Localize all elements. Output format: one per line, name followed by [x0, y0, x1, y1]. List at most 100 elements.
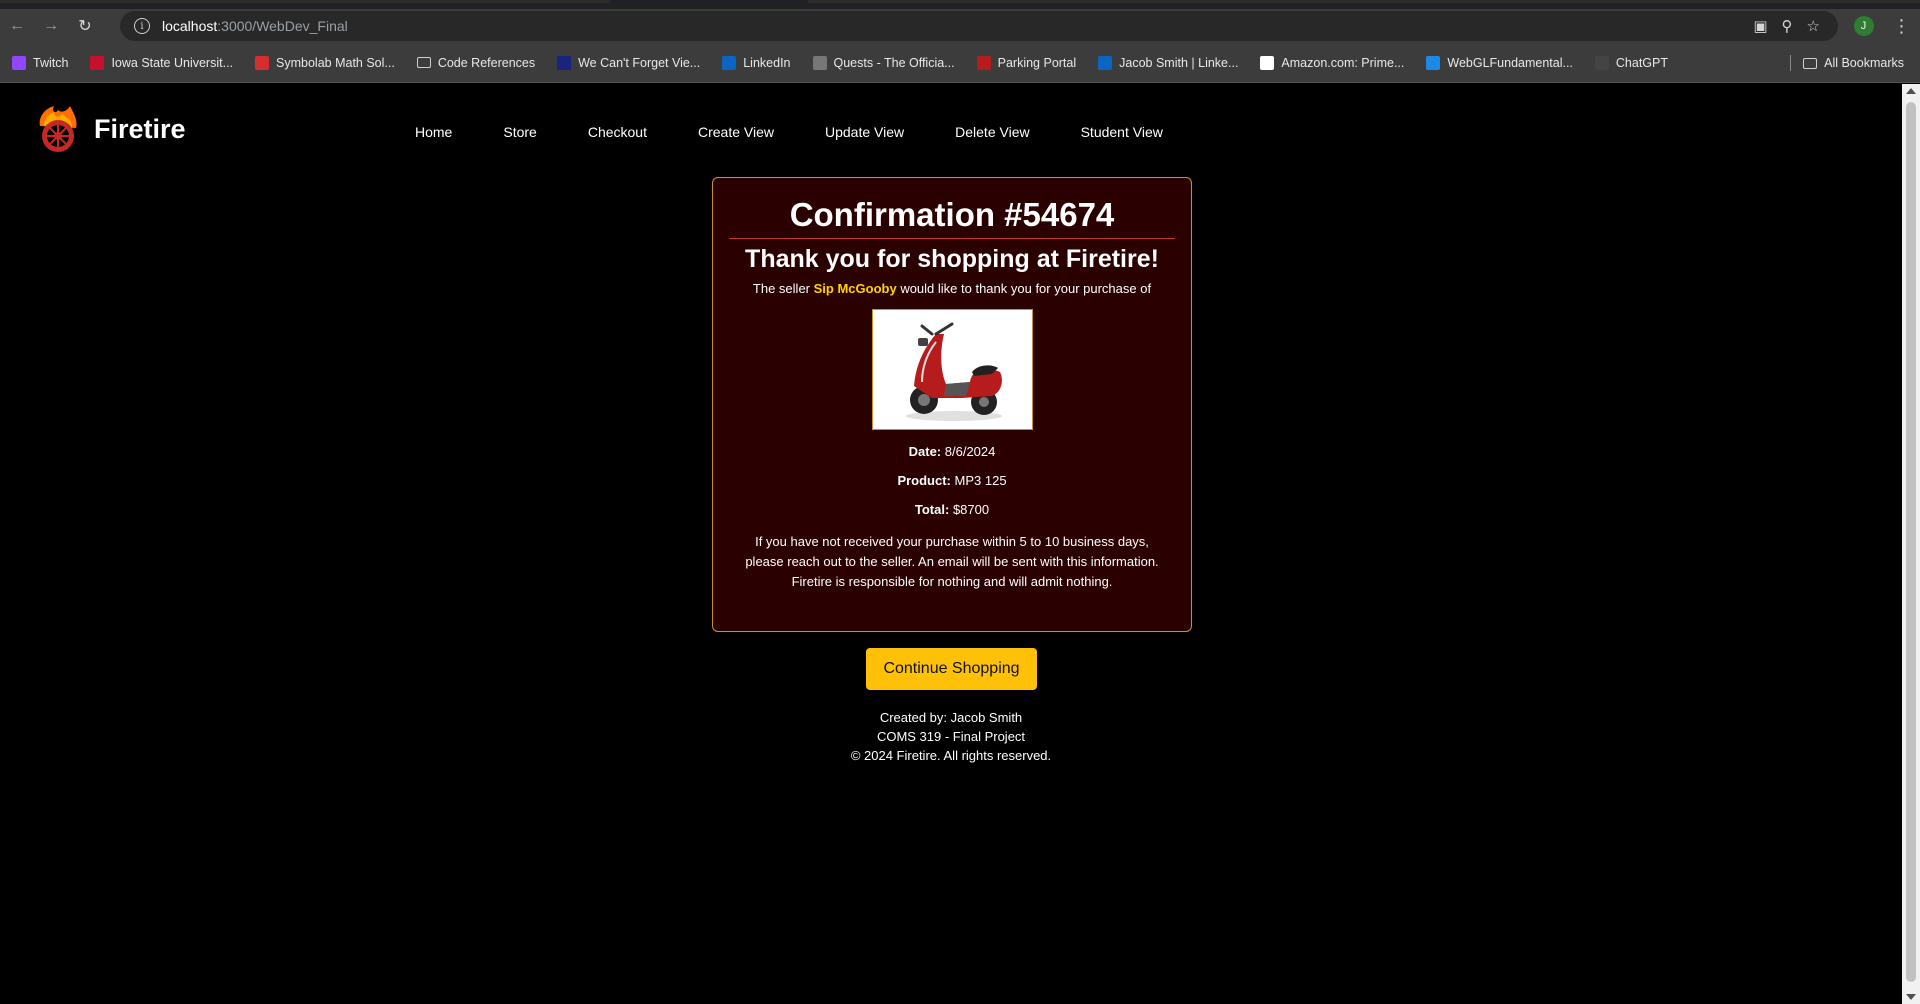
bookmark-item[interactable]: Amazon.com: Prime...	[1260, 55, 1405, 70]
linkedin-icon	[722, 55, 737, 70]
bookmarks-bar: Twitch Iowa State Universit... Symbolab Ma…	[0, 43, 1920, 83]
product-image	[871, 309, 1033, 430]
main-nav: Home Store Checkout Create View Update View D…	[415, 124, 1214, 140]
continue-shopping-button[interactable]: Continue Shopping	[866, 648, 1037, 690]
page-scrollbar[interactable]	[1902, 84, 1920, 1004]
bookmark-item[interactable]: Symbolab Math Sol...	[255, 55, 395, 70]
arrow-left-icon: ←	[9, 17, 25, 34]
footer-copyright: © 2024 Firetire. All rights reserved.	[850, 748, 1052, 763]
bookmark-item[interactable]: Quests - The Officia...	[812, 55, 955, 70]
forward-button[interactable]: →	[34, 9, 68, 43]
thank-you-heading: Thank you for shopping at Firetire!	[745, 245, 1159, 273]
url-path: :3000/WebDev_Final	[217, 18, 348, 34]
nav-link-create-view[interactable]: Create View	[698, 124, 774, 140]
bookmark-label: LinkedIn	[743, 55, 791, 70]
bookmark-label: Iowa State Universit...	[111, 55, 234, 70]
bookmark-label: Code References	[437, 55, 536, 70]
date-value: 8/6/2024	[944, 444, 996, 459]
amazon-icon	[1260, 55, 1275, 70]
install-app-icon[interactable]: ▣	[1753, 17, 1767, 35]
bookmark-label: ChatGPT	[1615, 55, 1669, 70]
confirmation-card: Confirmation #54674 Thank you for shoppi…	[712, 177, 1192, 632]
footer-author: Created by: Jacob Smith	[879, 710, 1023, 725]
bookmark-item[interactable]: Code References	[416, 55, 536, 70]
nav-link-update-view[interactable]: Update View	[825, 124, 904, 140]
seller-name: Sip McGooby	[813, 281, 897, 296]
folder-icon	[416, 57, 431, 68]
address-bar[interactable]: i localhost:3000/WebDev_Final ▣ ⚲ ☆	[120, 11, 1838, 41]
twitch-icon	[12, 55, 26, 70]
bookmark-item[interactable]: Parking Portal	[976, 55, 1077, 70]
bookmark-item[interactable]: We Can't Forget Vie...	[557, 55, 701, 70]
parking-icon	[976, 55, 991, 70]
linkedin-icon	[1098, 55, 1113, 70]
all-bookmarks-label: All Bookmarks	[1824, 56, 1904, 70]
browser-tabstrip	[0, 0, 1920, 9]
bookmark-label: Symbolab Math Sol...	[276, 55, 395, 70]
flaming-tire-icon	[39, 106, 77, 152]
site-info-icon[interactable]: i	[134, 18, 150, 34]
bookmark-item[interactable]: LinkedIn	[722, 55, 791, 70]
footer-course: COMS 319 - Final Project	[876, 729, 1026, 744]
total-value: $8700	[952, 502, 990, 517]
product-label: Product:	[897, 473, 951, 488]
bookmark-label: We Can't Forget Vie...	[578, 55, 701, 70]
bookmark-label: WebGLFundamental...	[1447, 55, 1573, 70]
nav-link-student-view[interactable]: Student View	[1081, 124, 1163, 140]
nav-link-store[interactable]: Store	[503, 124, 536, 140]
date-label: Date:	[908, 444, 942, 459]
nav-link-home[interactable]: Home	[415, 124, 452, 140]
symbolab-icon	[255, 55, 270, 70]
notice-disclaimer-text: Firetire is responsible for nothing and …	[791, 574, 1113, 589]
nav-link-checkout[interactable]: Checkout	[588, 124, 647, 140]
title-divider	[729, 238, 1175, 239]
browser-toolbar: ← → ↻ i localhost:3000/WebDev_Final ▣ ⚲ …	[0, 9, 1920, 43]
date-field: Date: 8/6/2024	[713, 444, 1191, 459]
nav-link-delete-view[interactable]: Delete View	[955, 124, 1029, 140]
zoom-icon[interactable]: ⚲	[1782, 17, 1793, 35]
webgl-icon	[1426, 55, 1441, 70]
bookmark-label: Jacob Smith | Linke...	[1119, 55, 1239, 70]
page-viewport: Firetire Home Store Checkout Create View Upd…	[0, 84, 1902, 1004]
arrow-right-icon: →	[43, 17, 59, 34]
product-value: MP3 125	[954, 473, 1007, 488]
total-label: Total:	[914, 502, 950, 517]
all-bookmarks-button[interactable]: All Bookmarks	[1803, 43, 1904, 83]
bookmark-item[interactable]: WebGLFundamental...	[1426, 55, 1573, 70]
bookmark-label: Parking Portal	[997, 55, 1077, 70]
scooter-icon	[906, 322, 1002, 421]
seller-prefix: The seller	[752, 281, 810, 296]
back-button[interactable]: ←	[0, 9, 34, 43]
bookmark-item[interactable]: Twitch	[12, 55, 69, 70]
folder-icon	[1803, 57, 1818, 69]
bookmark-item[interactable]: ChatGPT	[1594, 55, 1669, 70]
reload-button[interactable]: ↻	[68, 9, 102, 43]
confirmation-title: Confirmation #54674	[789, 196, 1115, 233]
scrollbar-thumb[interactable]	[1906, 102, 1916, 982]
chatgpt-icon	[1594, 55, 1609, 70]
bookmark-item[interactable]: Jacob Smith | Linke...	[1098, 55, 1239, 70]
bookmark-item[interactable]: Iowa State Universit...	[90, 55, 234, 70]
notice-delivery-text: If you have not received your purchase w…	[745, 534, 1159, 569]
delivery-notice: If you have not received your purchase w…	[741, 532, 1163, 592]
bookmark-star-icon[interactable]: ☆	[1807, 17, 1820, 35]
isu-icon	[90, 55, 105, 70]
total-field: Total: $8700	[713, 502, 1191, 517]
site-icon	[557, 55, 572, 70]
bookmark-label: Quests - The Officia...	[833, 55, 955, 70]
bookmark-label: Amazon.com: Prime...	[1281, 55, 1405, 70]
profile-avatar[interactable]: J	[1853, 16, 1874, 36]
url-host: localhost	[162, 18, 218, 34]
page-footer: Created by: Jacob Smith COMS 319 - Final…	[0, 708, 1902, 765]
browser-menu-icon[interactable]: ⋮	[1893, 16, 1911, 37]
site-name: Firetire	[94, 113, 186, 144]
scroll-up-icon[interactable]	[1906, 88, 1916, 94]
site-logo[interactable]: Firetire	[34, 104, 186, 154]
seller-suffix: would like to thank you for your purchas…	[900, 281, 1152, 296]
bookmark-label: Twitch	[33, 55, 69, 70]
quests-icon	[812, 55, 827, 70]
bookmarks-divider	[1790, 55, 1791, 71]
scroll-down-icon[interactable]	[1906, 994, 1916, 1000]
product-field: Product: MP3 125	[713, 473, 1191, 488]
reload-icon: ↻	[78, 18, 92, 35]
